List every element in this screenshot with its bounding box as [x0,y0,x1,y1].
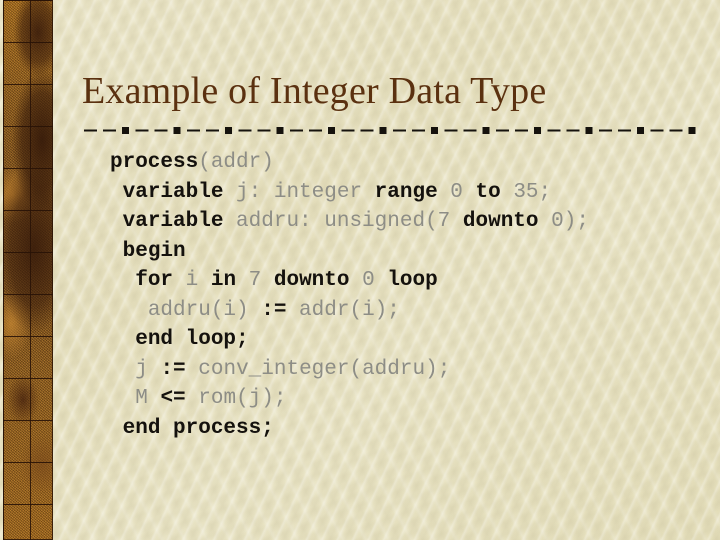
code-line: end loop; [110,325,700,355]
code-keyword: := [160,357,186,381]
code-keyword: <= [160,387,186,410]
code-identifier: addru: unsigned(7 [223,210,463,233]
code-line: for i in 7 downto 0 loop [110,266,700,296]
code-keyword: loop [387,269,438,292]
code-identifier: 0 [349,269,388,292]
code-identifier: 0); [538,210,589,233]
code-line: variable addru: unsigned(7 downto 0); [110,207,700,237]
code-identifier: conv_integer(addru); [185,357,451,381]
code-identifier: j: integer [223,180,375,204]
code-identifier: M [135,387,161,410]
code-keyword: := [261,298,287,322]
code-identifier: addru(i) [147,298,262,322]
code-identifier: addr(i); [286,298,400,322]
code-keyword: for [135,269,174,292]
code-line: addru(i) := addr(i); [110,296,700,326]
code-keyword: in [210,269,237,292]
code-identifier: j [135,357,161,381]
code-keyword: range [374,180,438,204]
code-keyword: variable [122,210,224,233]
code-identifier: (addr) [198,151,274,174]
code-line: variable j: integer range 0 to 35; [110,178,700,208]
code-identifier: rom(j); [185,387,287,410]
code-identifier: 0 [437,180,476,204]
code-keyword: end process; [122,416,274,440]
slide-title: Example of Integer Data Type [82,70,547,112]
marble-border-grid [3,0,53,540]
code-keyword: process [110,151,199,174]
code-keyword: variable [122,180,224,204]
code-line: end process; [110,414,700,444]
decorative-marble-border [3,0,53,540]
code-identifier: 35; [500,180,552,204]
code-line: process(addr) [110,148,700,178]
vhdl-code-block: process(addr) variable j: integer range … [110,148,700,443]
code-identifier: 7 [236,269,274,292]
code-line: M <= rom(j); [110,384,700,414]
title-divider-rule [84,122,697,134]
code-keyword: downto [462,210,539,233]
code-keyword: begin [122,239,186,263]
code-line: begin [110,237,700,267]
dash-dot-divider-icon [84,127,696,134]
code-line: j := conv_integer(addru); [110,355,700,385]
code-keyword: to [475,180,501,204]
code-keyword: end loop; [135,328,249,351]
code-keyword: downto [273,269,350,292]
presentation-slide: Example of Integer Data Type process(add… [0,0,720,540]
code-identifier: i [173,269,211,292]
